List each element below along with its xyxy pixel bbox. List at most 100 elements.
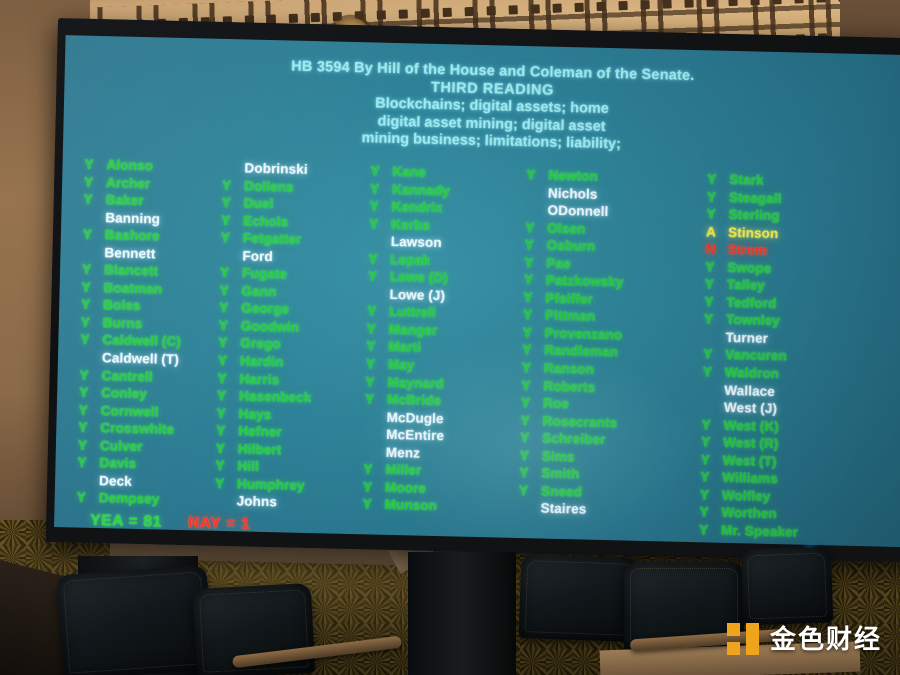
vote-mark: Y: [368, 251, 378, 267]
legislator-name: Moore: [384, 479, 427, 496]
vote-mark: Y: [217, 370, 227, 386]
legislator-name: Fetgatter: [242, 230, 302, 247]
vote-row: Nichols: [526, 185, 626, 205]
vote-row: Staires: [518, 500, 618, 520]
legislator-name: Goodwin: [240, 318, 300, 335]
legislator-name: Ford: [242, 248, 274, 264]
legislator-name: Roe: [542, 395, 570, 412]
vote-mark: Y: [221, 177, 232, 193]
vote-column-1: Dobrinski Y Dollens Y Duel Y Echols Y Fetgatter F…: [214, 160, 316, 513]
vote-row: Y Munson: [362, 497, 442, 516]
vote-mark: Y: [699, 504, 709, 520]
legislator-name: Munson: [384, 497, 438, 514]
legislator-name: Kannady: [391, 181, 450, 198]
legislator-name: Wolfley: [721, 487, 771, 504]
vote-mark: Y: [362, 496, 372, 512]
legislator-name: Deck: [98, 472, 132, 489]
vote-mark: [702, 394, 724, 395]
vote-row: Y George: [219, 300, 314, 320]
vote-mark: Y: [84, 156, 94, 172]
vote-row: Y Maynard: [365, 374, 445, 393]
vote-mark: Y: [519, 447, 530, 463]
legislator-name: Staires: [540, 500, 587, 517]
vote-columns: Y Alonso Y Archer Y Baker Banning Y Bashore Benne…: [55, 156, 900, 540]
vote-row: Y Osburn: [525, 237, 625, 257]
legislator-name: Dempsey: [98, 490, 160, 507]
vote-row: Y Tedford: [704, 294, 803, 314]
vote-mark: Y: [704, 276, 715, 292]
vote-board-screen: HB 3594 By Hill of the House and Coleman…: [54, 35, 900, 548]
vote-row: Y Wolfley: [700, 487, 799, 507]
vote-mark: [83, 221, 105, 222]
vote-mark: [526, 197, 548, 198]
vote-mark: Y: [216, 387, 227, 404]
vote-mark: Y: [699, 487, 710, 503]
vote-row: Y Lepak: [368, 251, 448, 270]
vote-row: Y Hill: [215, 458, 310, 478]
vote-mark: Y: [364, 391, 375, 407]
vote-mark: Y: [77, 437, 88, 453]
legislator-name: Lepak: [390, 251, 431, 268]
vote-mark: [702, 411, 724, 412]
legislator-name: Olsen: [547, 220, 586, 237]
vote-row: Y Lowe (D): [368, 269, 448, 288]
vote-mark: Y: [80, 332, 90, 348]
legislator-name: Grego: [240, 335, 281, 352]
vote-mark: [222, 172, 244, 173]
vote-mark: Y: [702, 364, 713, 380]
vote-row: Y Sterling: [706, 206, 805, 226]
vote-mark: Y: [367, 303, 377, 319]
legislator-name: Pittman: [544, 307, 596, 325]
vote-row: Y Randleman: [522, 343, 622, 363]
legislator-name: Strom: [727, 242, 768, 258]
legislator-name: Stark: [729, 171, 764, 188]
vote-row: Lawson: [369, 234, 449, 253]
vote-mark: Y: [369, 180, 380, 197]
vote-mark: Y: [520, 395, 531, 411]
vote-row: Y Fugate: [220, 265, 315, 285]
vote-mark: Y: [217, 352, 228, 369]
vote-row: Y Swope: [705, 259, 804, 279]
vote-mark: Y: [83, 174, 94, 190]
legislator-name: Sims: [541, 448, 575, 465]
vote-row: Y Hefner: [216, 423, 311, 443]
legislator-name: McEntire: [386, 427, 445, 444]
legislator-name: Swope: [727, 259, 772, 276]
vote-mark: Y: [219, 265, 230, 281]
legislator-name: Roberts: [543, 378, 596, 395]
legislator-name: Gann: [241, 283, 277, 300]
vote-row: Y Hardin: [218, 353, 313, 373]
vote-row: Y Miller: [363, 462, 443, 481]
legislator-name: Newton: [548, 167, 598, 184]
vote-mark: Y: [215, 458, 225, 474]
legislator-name: Schreiber: [542, 430, 606, 448]
vote-mark: [364, 439, 386, 440]
vote-row: Y Stark: [707, 171, 806, 191]
legislator-name: Wallace: [724, 382, 776, 399]
vote-mark: Y: [81, 261, 92, 278]
vote-mark: Y: [707, 171, 717, 187]
vote-row: Y Manger: [367, 321, 447, 340]
vote-mark: Y: [214, 475, 225, 491]
legislator-name: Hardin: [239, 353, 284, 370]
vote-mark: [215, 505, 237, 506]
legislator-name: Provenzano: [544, 325, 623, 343]
vote-mark: Y: [365, 356, 376, 372]
vote-row: Y Hays: [217, 406, 312, 426]
legislator-name: Dobrinski: [244, 160, 308, 177]
legislator-name: Lawson: [390, 234, 442, 251]
legislator-name: Caldwell (C): [102, 332, 182, 350]
vote-row: Y Townley: [704, 312, 803, 332]
vote-mark: Y: [703, 346, 713, 362]
vote-row: Y Grego: [218, 335, 313, 355]
leather-chair: [518, 553, 640, 643]
legislator-name: Burns: [102, 315, 143, 331]
legislator-name: Menz: [385, 444, 421, 461]
vote-mark: Y: [76, 489, 86, 506]
legislator-name: Hill: [237, 458, 260, 475]
vote-row: Menz: [364, 444, 444, 463]
vote-mark: [82, 256, 104, 257]
vote-column-0: Y Alonso Y Archer Y Baker Banning Y Bashore Benne…: [76, 157, 185, 510]
vote-mark: Y: [525, 219, 535, 235]
legislator-name: McBride: [386, 391, 442, 409]
